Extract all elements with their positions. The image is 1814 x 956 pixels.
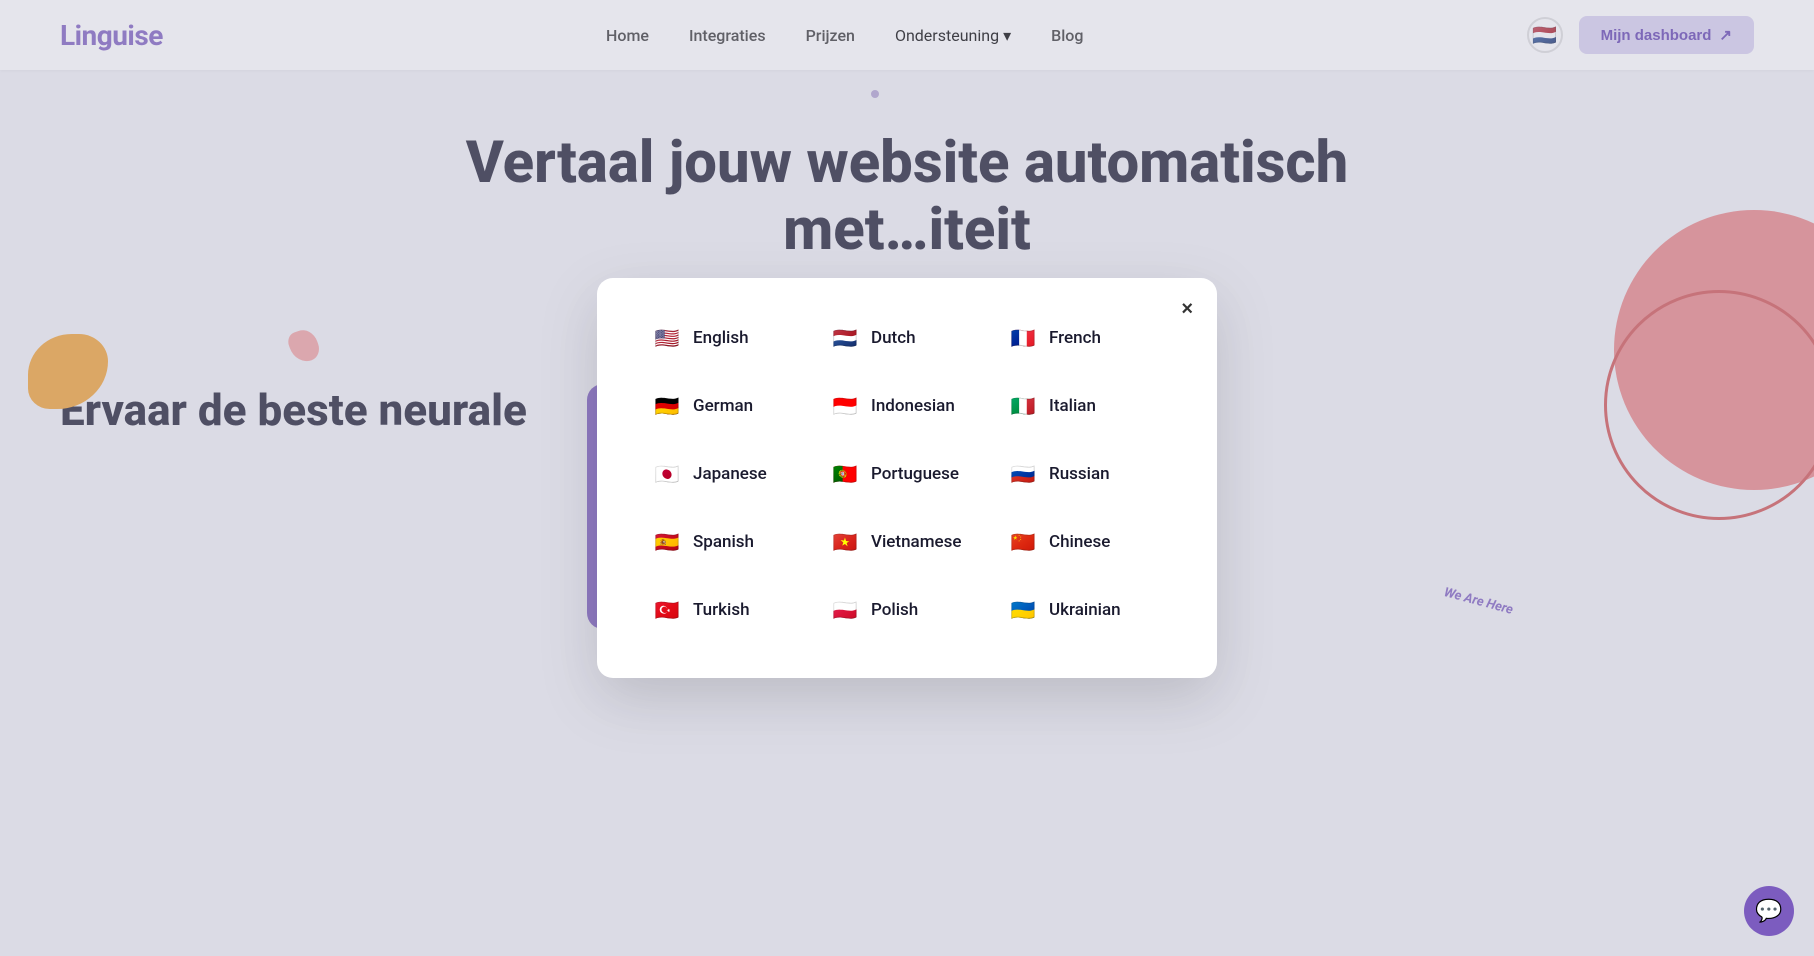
lang-item-vietnamese[interactable]: 🇻🇳 Vietnamese [823,522,991,562]
lang-item-ukrainian[interactable]: 🇺🇦 Ukrainian [1001,590,1169,630]
lang-item-german[interactable]: 🇩🇪 German [645,386,813,426]
modal-close-button[interactable]: × [1181,298,1193,321]
lang-item-english[interactable]: 🇺🇸 English [645,318,813,358]
lang-label-polish: Polish [871,600,918,620]
flag-ukrainian: 🇺🇦 [1007,594,1039,626]
lang-label-russian: Russian [1049,464,1110,484]
lang-label-japanese: Japanese [693,464,767,484]
flag-italian: 🇮🇹 [1007,390,1039,422]
lang-label-french: French [1049,328,1101,348]
lang-label-italian: Italian [1049,396,1096,416]
lang-label-turkish: Turkish [693,600,750,620]
flag-french: 🇫🇷 [1007,322,1039,354]
language-modal: × 🇺🇸 English 🇳🇱 Dutch 🇫🇷 French 🇩🇪 Germa… [597,278,1217,678]
lang-label-german: German [693,396,753,416]
lang-label-portuguese: Portuguese [871,464,959,484]
flag-polish: 🇵🇱 [829,594,861,626]
language-grid: 🇺🇸 English 🇳🇱 Dutch 🇫🇷 French 🇩🇪 German … [645,318,1169,630]
lang-item-russian[interactable]: 🇷🇺 Russian [1001,454,1169,494]
flag-turkish: 🇹🇷 [651,594,683,626]
flag-dutch: 🇳🇱 [829,322,861,354]
lang-item-turkish[interactable]: 🇹🇷 Turkish [645,590,813,630]
flag-japanese: 🇯🇵 [651,458,683,490]
lang-item-chinese[interactable]: 🇨🇳 Chinese [1001,522,1169,562]
lang-item-dutch[interactable]: 🇳🇱 Dutch [823,318,991,358]
lang-item-italian[interactable]: 🇮🇹 Italian [1001,386,1169,426]
lang-label-dutch: Dutch [871,328,916,348]
lang-item-polish[interactable]: 🇵🇱 Polish [823,590,991,630]
flag-chinese: 🇨🇳 [1007,526,1039,558]
flag-indonesian: 🇮🇩 [829,390,861,422]
lang-label-vietnamese: Vietnamese [871,532,961,552]
chat-icon: 💬 [1755,899,1782,924]
lang-item-spanish[interactable]: 🇪🇸 Spanish [645,522,813,562]
flag-english: 🇺🇸 [651,322,683,354]
lang-label-chinese: Chinese [1049,532,1110,552]
flag-german: 🇩🇪 [651,390,683,422]
lang-item-indonesian[interactable]: 🇮🇩 Indonesian [823,386,991,426]
lang-label-indonesian: Indonesian [871,396,955,416]
lang-item-portuguese[interactable]: 🇵🇹 Portuguese [823,454,991,494]
flag-spanish: 🇪🇸 [651,526,683,558]
flag-portuguese: 🇵🇹 [829,458,861,490]
modal-overlay: × 🇺🇸 English 🇳🇱 Dutch 🇫🇷 French 🇩🇪 Germa… [0,0,1814,956]
flag-vietnamese: 🇻🇳 [829,526,861,558]
lang-label-spanish: Spanish [693,532,754,552]
lang-label-english: English [693,328,749,348]
chat-bubble[interactable]: 💬 [1744,886,1794,936]
flag-russian: 🇷🇺 [1007,458,1039,490]
lang-label-ukrainian: Ukrainian [1049,600,1121,620]
lang-item-japanese[interactable]: 🇯🇵 Japanese [645,454,813,494]
lang-item-french[interactable]: 🇫🇷 French [1001,318,1169,358]
